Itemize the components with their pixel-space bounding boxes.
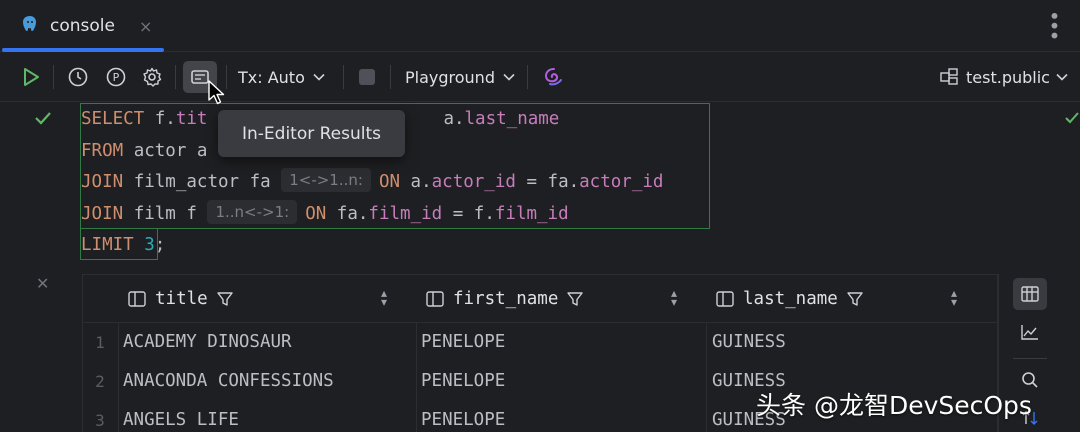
editor-toolbar: P Tx: Auto Playground test.public — [0, 52, 1080, 102]
playground-label: Playground — [405, 67, 495, 87]
column-header-last-name[interactable]: last_name — [715, 275, 864, 323]
results-header: title ▴ ▾ first_name ▴ ▾ last_name ▴ ▾ — [83, 275, 999, 323]
column-header-title[interactable]: title — [127, 275, 234, 323]
mouse-pointer-icon — [208, 80, 226, 110]
stop-icon — [359, 69, 375, 85]
chevron-down-icon — [313, 73, 325, 81]
chevron-down-icon — [1056, 73, 1068, 81]
table-view-button[interactable] — [1013, 278, 1047, 310]
filter-icon — [567, 292, 584, 306]
filter-icon — [847, 292, 863, 306]
ai-assistant-button[interactable] — [540, 52, 568, 102]
run-button[interactable] — [16, 52, 46, 102]
svg-text:P: P — [113, 71, 120, 84]
stop-button[interactable] — [354, 52, 380, 102]
sort-icon[interactable]: ▴ ▾ — [951, 287, 957, 308]
filter-icon — [216, 292, 233, 306]
code-line: JOIN film_actor fa 1<->1..n: ON a.actor_i… — [81, 167, 663, 199]
settings-button[interactable] — [138, 52, 166, 102]
run-icon — [24, 68, 39, 86]
inspection-ok-icon — [1064, 110, 1080, 129]
history-button[interactable] — [64, 52, 92, 102]
history-icon — [68, 67, 88, 87]
chevron-down-icon — [503, 73, 515, 81]
code-line: JOIN film f 1..n<->1: ON fa.film_id = f.f… — [81, 199, 663, 231]
postgresql-icon — [20, 14, 40, 38]
cardinality-hint[interactable]: 1..n<->1: — [207, 199, 298, 224]
gear-icon — [143, 67, 162, 87]
column-icon — [716, 291, 734, 307]
watermark: 头条 @龙智DevSecOps — [756, 391, 1032, 420]
table-icon — [1021, 286, 1039, 302]
tooltip-text: In-Editor Results — [241, 123, 382, 144]
schema-icon — [940, 68, 958, 85]
cardinality-hint[interactable]: 1<->1..n: — [281, 168, 371, 192]
transaction-mode-dropdown[interactable]: Tx: Auto — [238, 52, 334, 102]
success-check-icon — [34, 110, 52, 130]
playground-dropdown[interactable]: Playground — [405, 52, 520, 102]
sort-icon[interactable]: ▴ ▾ — [381, 287, 387, 308]
tab-bar: console × ••• — [0, 0, 1080, 52]
more-options-icon[interactable]: ••• — [1042, 10, 1066, 39]
close-results-icon[interactable]: ✕ — [36, 274, 49, 293]
chart-view-button[interactable] — [1013, 316, 1047, 348]
ai-assistant-icon — [544, 68, 562, 86]
code-line: LIMIT 3; — [81, 235, 166, 255]
schema-selector[interactable]: test.public — [940, 52, 1068, 102]
schema-label: test.public — [966, 67, 1050, 87]
column-icon — [426, 291, 444, 307]
close-icon[interactable]: × — [139, 17, 152, 36]
chart-icon — [1021, 325, 1038, 340]
column-header-first-name[interactable]: first_name — [425, 275, 584, 323]
tab-label: console — [50, 16, 115, 36]
parameter-icon: P — [106, 67, 126, 87]
transaction-mode-label: Tx: Auto — [238, 67, 305, 87]
tooltip: In-Editor Results — [218, 110, 405, 157]
tab-console[interactable]: console × — [0, 0, 164, 52]
column-icon — [128, 291, 146, 307]
pin-button[interactable]: P — [102, 52, 130, 102]
sort-icon[interactable]: ▴ ▾ — [671, 287, 677, 308]
